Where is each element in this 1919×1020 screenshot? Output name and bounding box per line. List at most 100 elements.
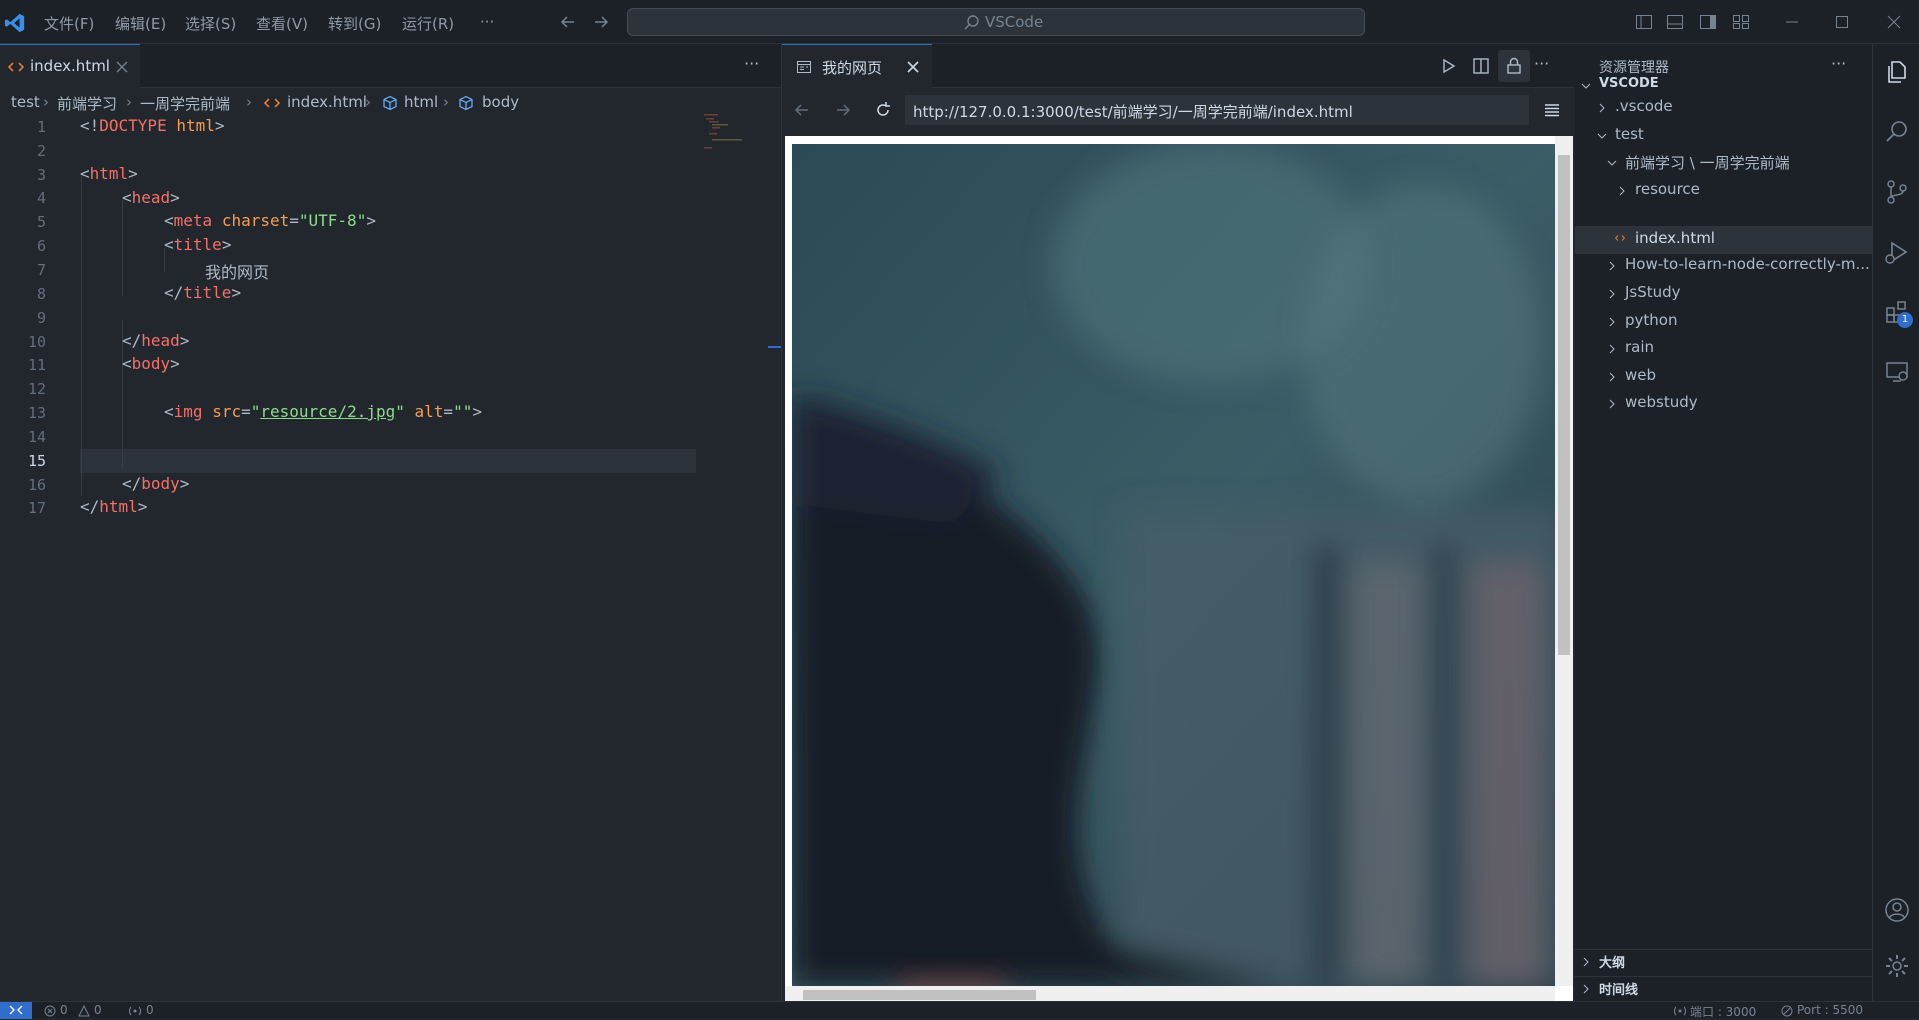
toggle-panel-icon[interactable]: [1665, 12, 1685, 32]
toggle-secondary-sidebar-icon[interactable]: [1698, 12, 1718, 32]
tree-item-web[interactable]: web: [1575, 365, 1872, 389]
minimap[interactable]: [700, 112, 766, 152]
tree-item-test[interactable]: test: [1575, 124, 1872, 148]
indent-guide: [81, 176, 82, 496]
browser-toolbar: http://127.0.0.1:3000/test/前端学习/一周学完前端/i…: [782, 88, 1575, 132]
menu-edit[interactable]: 编辑(E): [115, 13, 166, 34]
code-token: >: [170, 188, 180, 207]
port-broadcast-icon: [1673, 1005, 1687, 1017]
vertical-scroll-thumb[interactable]: [1558, 155, 1570, 655]
tree-item-index-html[interactable]: index.html: [1575, 228, 1872, 252]
port-status[interactable]: 端口 : 3000: [1690, 1003, 1756, 1020]
editor-more-actions[interactable]: ···: [744, 54, 759, 73]
tree-item-vscode[interactable]: .vscode: [1575, 96, 1872, 120]
extensions-icon[interactable]: 1: [1883, 298, 1913, 328]
timeline-label: 时间线: [1599, 983, 1639, 998]
tree-item-rain[interactable]: rain: [1575, 337, 1872, 361]
chevron-right-icon: [1609, 372, 1615, 382]
code-token: body: [131, 354, 171, 373]
preview-more-actions[interactable]: ···: [1534, 54, 1549, 73]
overview-ruler-marker: [768, 346, 782, 348]
tree-item-node-repo[interactable]: How-to-learn-node-correctly-m...: [1575, 254, 1872, 278]
editor-group-divider[interactable]: [781, 44, 782, 1001]
line-number: 9: [36, 309, 46, 327]
search-icon[interactable]: [1883, 118, 1911, 146]
tree-item-jsstudy[interactable]: JsStudy: [1575, 282, 1872, 306]
preview-tab-label: 我的网页: [822, 59, 883, 77]
tree-item-label: web: [1625, 366, 1657, 384]
menu-view[interactable]: 查看(V): [256, 13, 308, 34]
code-link[interactable]: resource/2.jpg: [260, 402, 395, 421]
source-control-icon[interactable]: [1883, 178, 1911, 206]
code-editor[interactable]: 1 2 3 4 5 6 7 8 9 10 11 12 13 14 15 16 1…: [0, 116, 782, 1001]
code-token: <: [80, 164, 90, 183]
code-line: <html>: [80, 164, 138, 183]
close-tab-icon[interactable]: [906, 60, 920, 74]
error-count[interactable]: 0: [60, 1003, 68, 1017]
crumb-body[interactable]: body: [482, 93, 519, 111]
code-token: charset: [221, 211, 290, 230]
code-token: >: [231, 283, 242, 302]
run-icon[interactable]: [1438, 56, 1458, 76]
tree-item-frontend-folder[interactable]: 前端学习 \ 一周学完前端: [1575, 151, 1872, 175]
browser-refresh-icon[interactable]: [873, 100, 893, 120]
explorer-root-label: VSCODE: [1599, 76, 1659, 91]
explorer-root-section[interactable]: VSCODE: [1575, 74, 1872, 98]
forward-arrow-icon[interactable]: [591, 12, 611, 32]
maximize-icon[interactable]: [1832, 12, 1852, 32]
minimize-icon[interactable]: [1782, 12, 1802, 32]
line-number: 10: [27, 333, 46, 351]
tab-preview[interactable]: 我的网页: [782, 44, 932, 88]
code-line: </body>: [122, 474, 189, 493]
crumb-html[interactable]: html: [404, 93, 438, 111]
horizontal-scroll-thumb[interactable]: [803, 990, 1036, 1000]
command-center-search[interactable]: VSCode: [627, 8, 1365, 36]
accounts-icon[interactable]: [1883, 896, 1911, 924]
code-token: alt: [414, 402, 444, 421]
live-server-icon: [1781, 1005, 1793, 1017]
tree-item-resource[interactable]: resource: [1575, 179, 1872, 203]
ports-count[interactable]: 0: [146, 1003, 154, 1017]
menu-more[interactable]: ···: [480, 13, 494, 31]
crumb-frontend[interactable]: 前端学习: [57, 93, 117, 114]
browser-menu-icon[interactable]: [1542, 100, 1562, 120]
split-editor-icon[interactable]: [1471, 56, 1491, 76]
cube-symbol-icon: [382, 95, 398, 111]
remote-explorer-icon[interactable]: [1883, 358, 1911, 386]
crumb-week[interactable]: 一周学完前端: [140, 93, 230, 114]
timeline-section[interactable]: 时间线: [1575, 976, 1872, 1000]
menu-file[interactable]: 文件(F): [44, 13, 94, 34]
lock-button[interactable]: [1498, 50, 1530, 82]
code-token: html: [176, 116, 215, 135]
line-number: 7: [36, 261, 46, 279]
run-debug-icon[interactable]: [1883, 238, 1911, 266]
tree-item-label: test: [1615, 125, 1644, 143]
crumb-test[interactable]: test: [11, 93, 40, 111]
close-window-icon[interactable]: [1884, 12, 1904, 32]
explorer-more-actions[interactable]: ···: [1831, 54, 1846, 73]
explorer-icon[interactable]: [1883, 58, 1911, 86]
tree-item-python[interactable]: python: [1575, 310, 1872, 334]
browser-viewport[interactable]: [785, 136, 1573, 1002]
tree-item-webstudy[interactable]: webstudy: [1575, 392, 1872, 416]
live-server-status[interactable]: Port : 5500: [1797, 1003, 1863, 1017]
address-url: http://127.0.0.1:3000/test/前端学习/一周学完前端/i…: [913, 103, 1353, 121]
menu-selection[interactable]: 选择(S): [185, 13, 236, 34]
menu-run[interactable]: 运行(R): [402, 13, 454, 34]
tab-index-html[interactable]: index.html: [0, 44, 140, 88]
outline-section[interactable]: 大纲: [1575, 949, 1872, 973]
chevron-right-icon: [1609, 317, 1615, 327]
gear-icon[interactable]: [1883, 952, 1911, 980]
browser-back-icon[interactable]: [792, 100, 812, 120]
address-bar[interactable]: http://127.0.0.1:3000/test/前端学习/一周学完前端/i…: [905, 95, 1529, 125]
remote-indicator[interactable]: [0, 1002, 32, 1019]
warning-count[interactable]: 0: [94, 1003, 102, 1017]
toggle-primary-sidebar-icon[interactable]: [1634, 12, 1654, 32]
close-tab-icon[interactable]: [115, 60, 129, 74]
back-arrow-icon[interactable]: [558, 12, 578, 32]
customize-layout-icon[interactable]: [1731, 12, 1751, 32]
browser-forward-icon[interactable]: [833, 100, 853, 120]
menu-go[interactable]: 转到(G): [328, 13, 381, 34]
code-token: >: [170, 354, 180, 373]
crumb-file[interactable]: index.html: [287, 93, 367, 111]
